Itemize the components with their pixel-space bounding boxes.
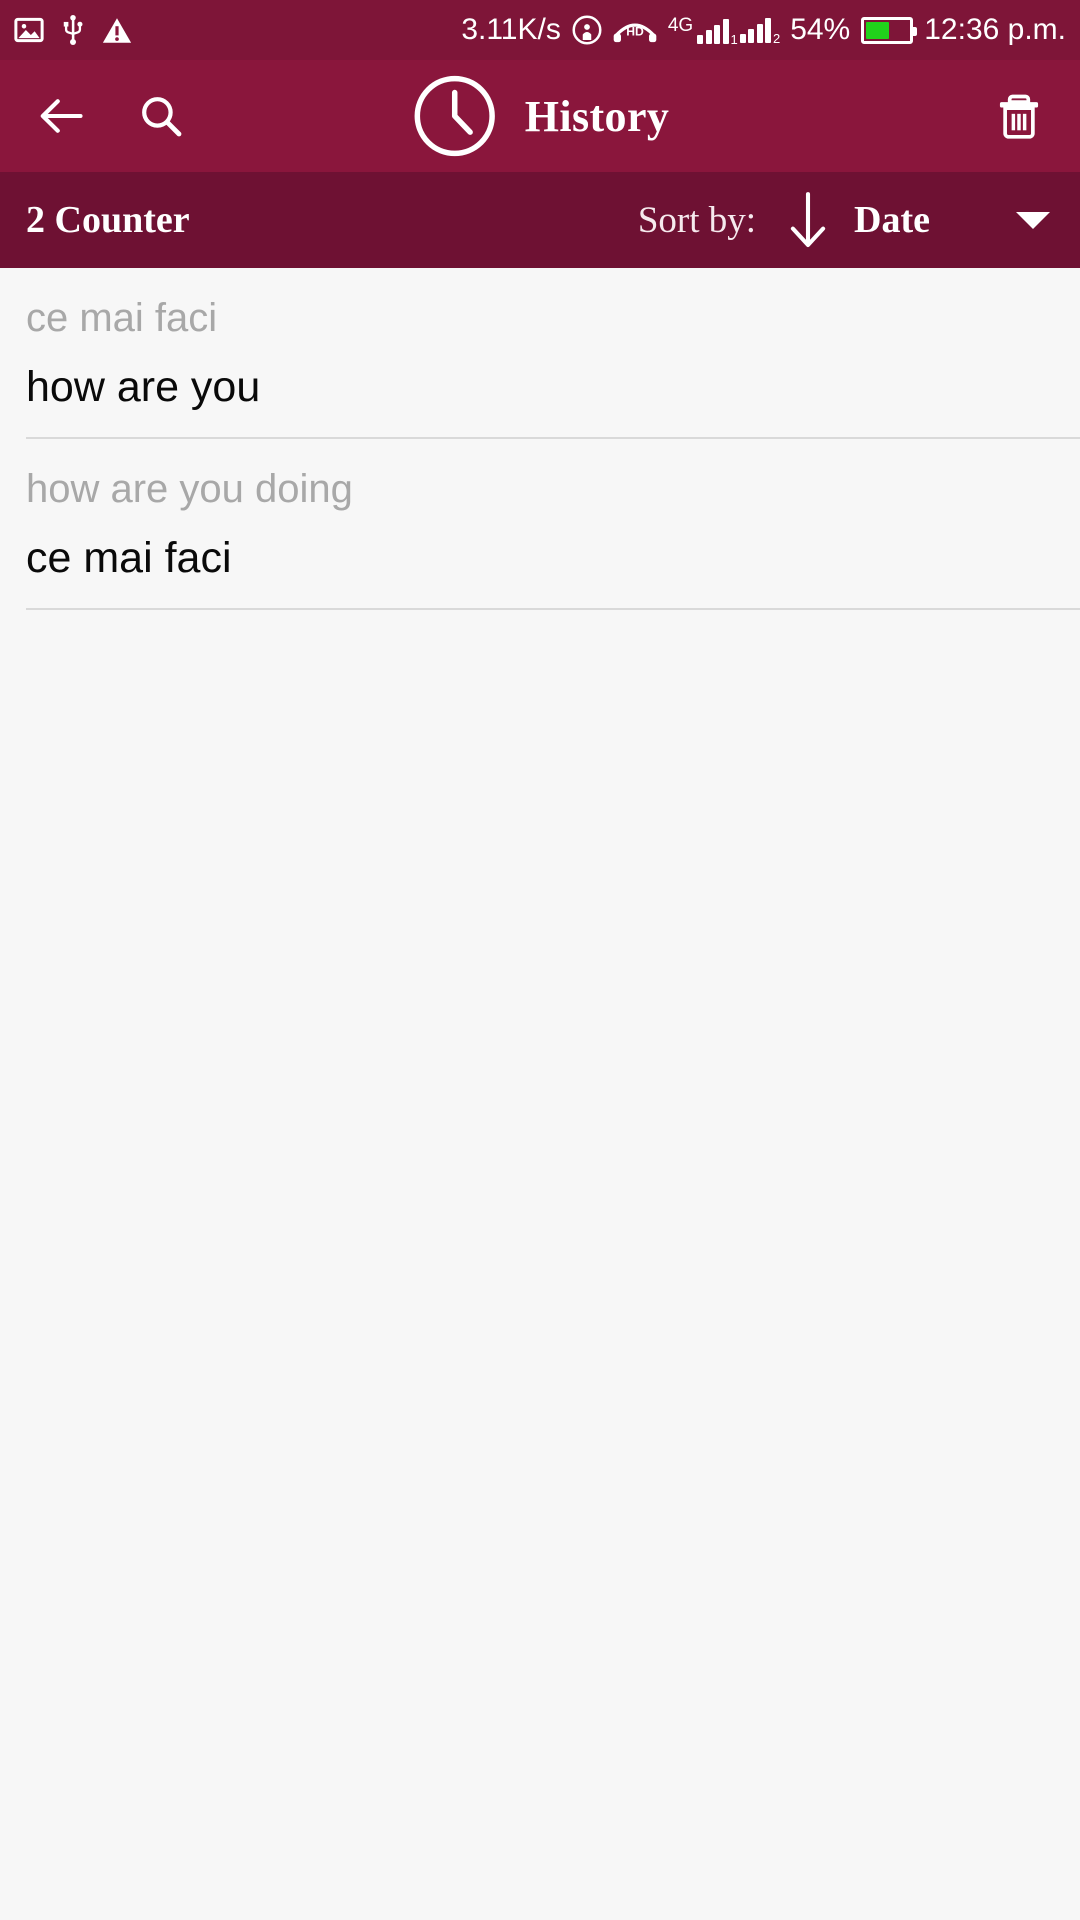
hotspot-icon xyxy=(572,15,602,45)
entry-translation-text: ce mai faci xyxy=(26,534,232,582)
sim1-number: 1 xyxy=(730,32,738,47)
entry-source-text: ce mai faci xyxy=(26,296,218,340)
signal-bars-sim1: 1 xyxy=(697,18,738,46)
sort-descending-icon[interactable] xyxy=(788,192,828,248)
status-bar-left-icons xyxy=(14,15,132,45)
gallery-icon xyxy=(14,15,44,45)
sim2-number: 2 xyxy=(772,31,781,46)
hd-voice-icon: HD xyxy=(613,16,657,44)
search-button[interactable] xyxy=(124,79,198,153)
app-bar-title-group: History xyxy=(411,72,670,160)
counter-label: 2 Counter xyxy=(26,199,190,241)
sort-by-label: Sort by: xyxy=(637,199,757,241)
sim1-signal: 4G 1 xyxy=(667,15,738,46)
sort-bar: 2 Counter Sort by: Date xyxy=(0,172,1080,268)
app-bar: History xyxy=(0,60,1080,172)
battery-percent: 54% xyxy=(790,13,851,46)
status-bar: 3.11K/s HD 4G 1 2 54% 12:36 p.m. xyxy=(0,0,1080,60)
delete-history-button[interactable] xyxy=(982,79,1056,153)
network-type-label: 4G xyxy=(667,15,694,36)
entry-translation-text: how are you xyxy=(26,363,261,411)
sort-value-label[interactable]: Date xyxy=(854,198,930,242)
clock-icon xyxy=(411,72,499,160)
battery-fill xyxy=(866,21,889,39)
network-speed: 3.11K/s xyxy=(461,13,561,46)
status-bar-right-icons: 3.11K/s HD 4G 1 2 54% 12:36 p.m. xyxy=(461,13,1066,47)
list-divider xyxy=(26,608,1080,610)
warning-icon xyxy=(102,17,132,44)
signal-bars-sim2: 2 xyxy=(739,17,780,45)
list-item[interactable]: ce mai faci how are you xyxy=(0,268,1080,437)
entry-source-text: how are you doing xyxy=(26,467,353,511)
list-item[interactable]: how are you doing ce mai faci xyxy=(0,439,1080,608)
svg-text:HD: HD xyxy=(626,24,644,38)
back-button[interactable] xyxy=(24,79,98,153)
sort-control[interactable]: Sort by: Date xyxy=(638,192,1054,248)
history-list: ce mai faci how are you how are you doin… xyxy=(0,268,1080,610)
usb-icon xyxy=(60,15,86,45)
battery-icon xyxy=(861,16,918,44)
chevron-down-icon[interactable] xyxy=(1016,211,1050,229)
clock-time: 12:36 p.m. xyxy=(924,13,1066,46)
page-title: History xyxy=(524,91,670,141)
